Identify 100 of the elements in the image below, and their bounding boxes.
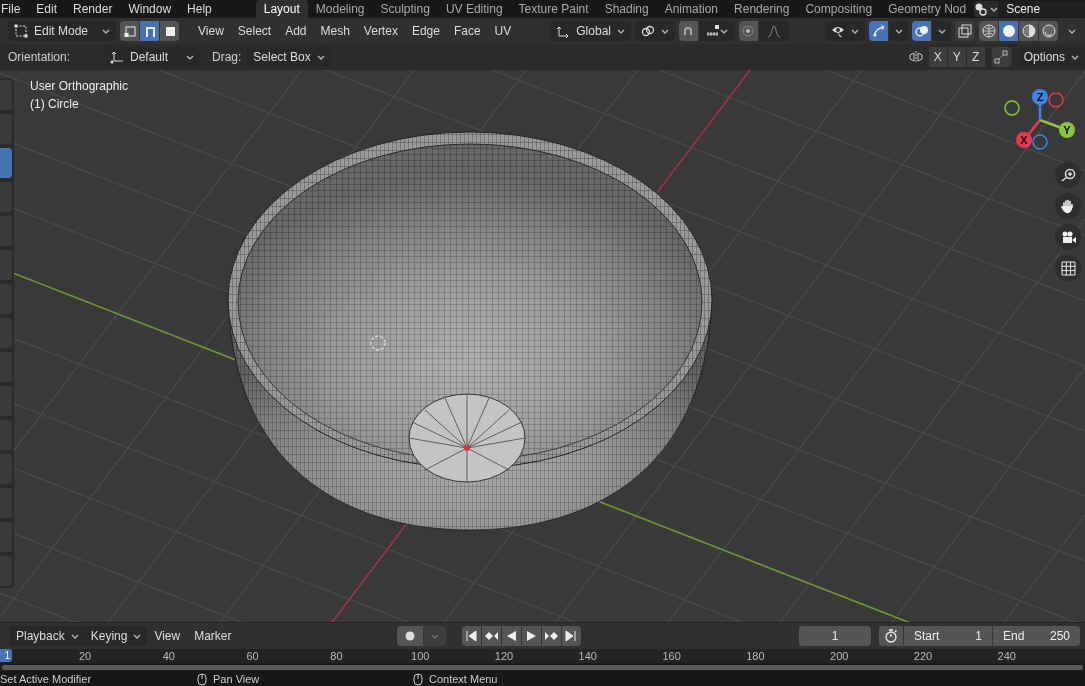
frame-number: 120 — [494, 650, 514, 662]
scene-selector[interactable] — [974, 1, 999, 17]
workspace-tab[interactable]: Layout — [255, 0, 308, 18]
workspace-tab[interactable]: UV Editing — [437, 0, 511, 18]
arrow-arc-icon — [871, 24, 886, 38]
gizmo-toggle[interactable] — [869, 21, 889, 41]
frame-number: 20 — [78, 650, 92, 662]
menu-item[interactable]: Window — [120, 0, 180, 18]
workspace-tab[interactable]: Sculpting — [372, 0, 438, 18]
caret-icon — [719, 28, 728, 34]
workspace-tab[interactable]: Geometry Nod — [880, 0, 975, 18]
menu-item[interactable]: File — [0, 0, 29, 18]
caret-icon — [937, 28, 946, 34]
drag-dropdown[interactable]: Select Box — [247, 47, 331, 67]
solid-sphere-icon — [1001, 24, 1016, 38]
zoom-icon — [1060, 167, 1076, 183]
prev-keyframe-button[interactable] — [481, 626, 502, 646]
mirror-axis-toggle[interactable]: X — [928, 47, 948, 67]
mirror-butterfly-icon — [908, 50, 923, 64]
proportional-edit-button[interactable] — [738, 21, 759, 41]
menu-item[interactable]: Help — [179, 0, 220, 18]
edit-mode-icon — [14, 24, 28, 38]
menu-item[interactable]: Face — [446, 24, 488, 38]
orientation-dropdown[interactable]: Global — [550, 21, 631, 41]
menu-item[interactable]: Select — [230, 24, 279, 38]
overlay-toggle[interactable] — [912, 21, 932, 41]
menu-item[interactable]: Mesh — [313, 24, 357, 38]
axes-icon — [556, 24, 571, 38]
stopwatch-icon — [884, 629, 898, 643]
skip-start-icon — [465, 630, 478, 642]
play-button[interactable] — [521, 626, 542, 646]
menu-item[interactable]: UV — [487, 24, 519, 38]
select-mode-button[interactable] — [140, 21, 160, 41]
status-hint: Set Active Modifier — [0, 673, 92, 685]
stacked-squares-icon — [957, 24, 972, 38]
menu-item[interactable]: View — [147, 626, 188, 646]
frame-number: 40 — [162, 650, 175, 662]
menu-item[interactable]: Edge — [404, 24, 447, 38]
current-frame-field[interactable]: 1 — [799, 626, 871, 646]
axis-ball[interactable]: Z — [1032, 89, 1048, 105]
menu-item[interactable]: Edit — [28, 0, 66, 18]
increment-icon — [705, 24, 720, 38]
workspace-tab[interactable]: Texture Paint — [510, 0, 597, 18]
caret-icon — [1071, 54, 1079, 60]
frame-number: 200 — [830, 650, 849, 662]
pivot-dropdown[interactable] — [634, 21, 675, 41]
negative-axis-ball[interactable] — [1004, 100, 1020, 116]
next-keyframe-button[interactable] — [541, 626, 562, 646]
grid-view-button[interactable] — [1055, 255, 1081, 281]
dropdown-menu[interactable]: Playback — [10, 626, 85, 646]
zoom-button[interactable] — [1055, 162, 1081, 188]
menu-item[interactable]: View — [191, 24, 231, 38]
select-mode-button[interactable] — [160, 21, 179, 41]
scene-field[interactable]: Scene — [998, 1, 1085, 17]
workspace-tab[interactable]: Compositing — [797, 0, 881, 18]
caret-icon — [894, 28, 903, 34]
object-name: (1) Circle — [30, 97, 79, 111]
topology-mirror-button[interactable] — [991, 47, 1012, 67]
workspace-tab[interactable]: Rendering — [726, 0, 798, 18]
jump-start-button[interactable] — [461, 626, 482, 646]
select-mode-button[interactable] — [120, 21, 140, 41]
snap-button[interactable] — [678, 21, 699, 41]
play-reverse-icon — [505, 630, 518, 642]
orientation-dropdown[interactable]: Default — [104, 47, 200, 67]
menu-item[interactable]: Marker — [187, 626, 239, 646]
shading-mode-button[interactable] — [1019, 21, 1039, 41]
menu-item[interactable]: Add — [278, 24, 314, 38]
caret-icon — [102, 28, 110, 34]
end-frame-field[interactable]: End 250 — [992, 626, 1080, 646]
shading-mode-button[interactable] — [1039, 21, 1058, 41]
record-button[interactable] — [396, 626, 424, 646]
workspace-tab[interactable]: Animation — [656, 0, 727, 18]
status-hint: Context Menu — [429, 673, 498, 685]
status-hint: Pan View — [213, 673, 260, 685]
visibility-dropdown[interactable] — [825, 21, 865, 41]
mode-dropdown[interactable]: Edit Mode — [8, 21, 116, 41]
camera-button[interactable] — [1055, 224, 1081, 250]
shading-mode-button[interactable] — [999, 21, 1019, 41]
overlapping-circles-icon — [914, 24, 929, 38]
xray-toggle[interactable] — [955, 21, 975, 41]
menu-item[interactable]: Vertex — [356, 24, 405, 38]
frame-number: 160 — [662, 650, 681, 662]
workspace-tab[interactable]: Modeling — [307, 0, 373, 18]
timeline-scrollbar[interactable] — [2, 664, 1083, 670]
caret-icon — [660, 28, 669, 34]
dropdown-menu[interactable]: Keying — [84, 626, 148, 646]
negative-axis-ball[interactable] — [1048, 92, 1064, 108]
preview-range-button[interactable] — [879, 626, 904, 646]
workspace-tab[interactable]: Shading — [596, 0, 657, 18]
menu-item[interactable]: Render — [65, 0, 121, 18]
play-reverse-button[interactable] — [501, 626, 522, 646]
axis-ball[interactable]: Y — [1059, 122, 1075, 138]
mouse-icon — [196, 672, 208, 686]
keyframe-back-icon — [483, 630, 499, 642]
axis-ball[interactable]: X — [1016, 132, 1032, 148]
negative-axis-ball[interactable] — [1032, 134, 1048, 150]
caret-icon — [616, 28, 625, 34]
shading-mode-button[interactable] — [979, 21, 999, 41]
pan-button[interactable] — [1055, 193, 1081, 219]
playhead-marker[interactable]: 1 — [0, 649, 12, 662]
